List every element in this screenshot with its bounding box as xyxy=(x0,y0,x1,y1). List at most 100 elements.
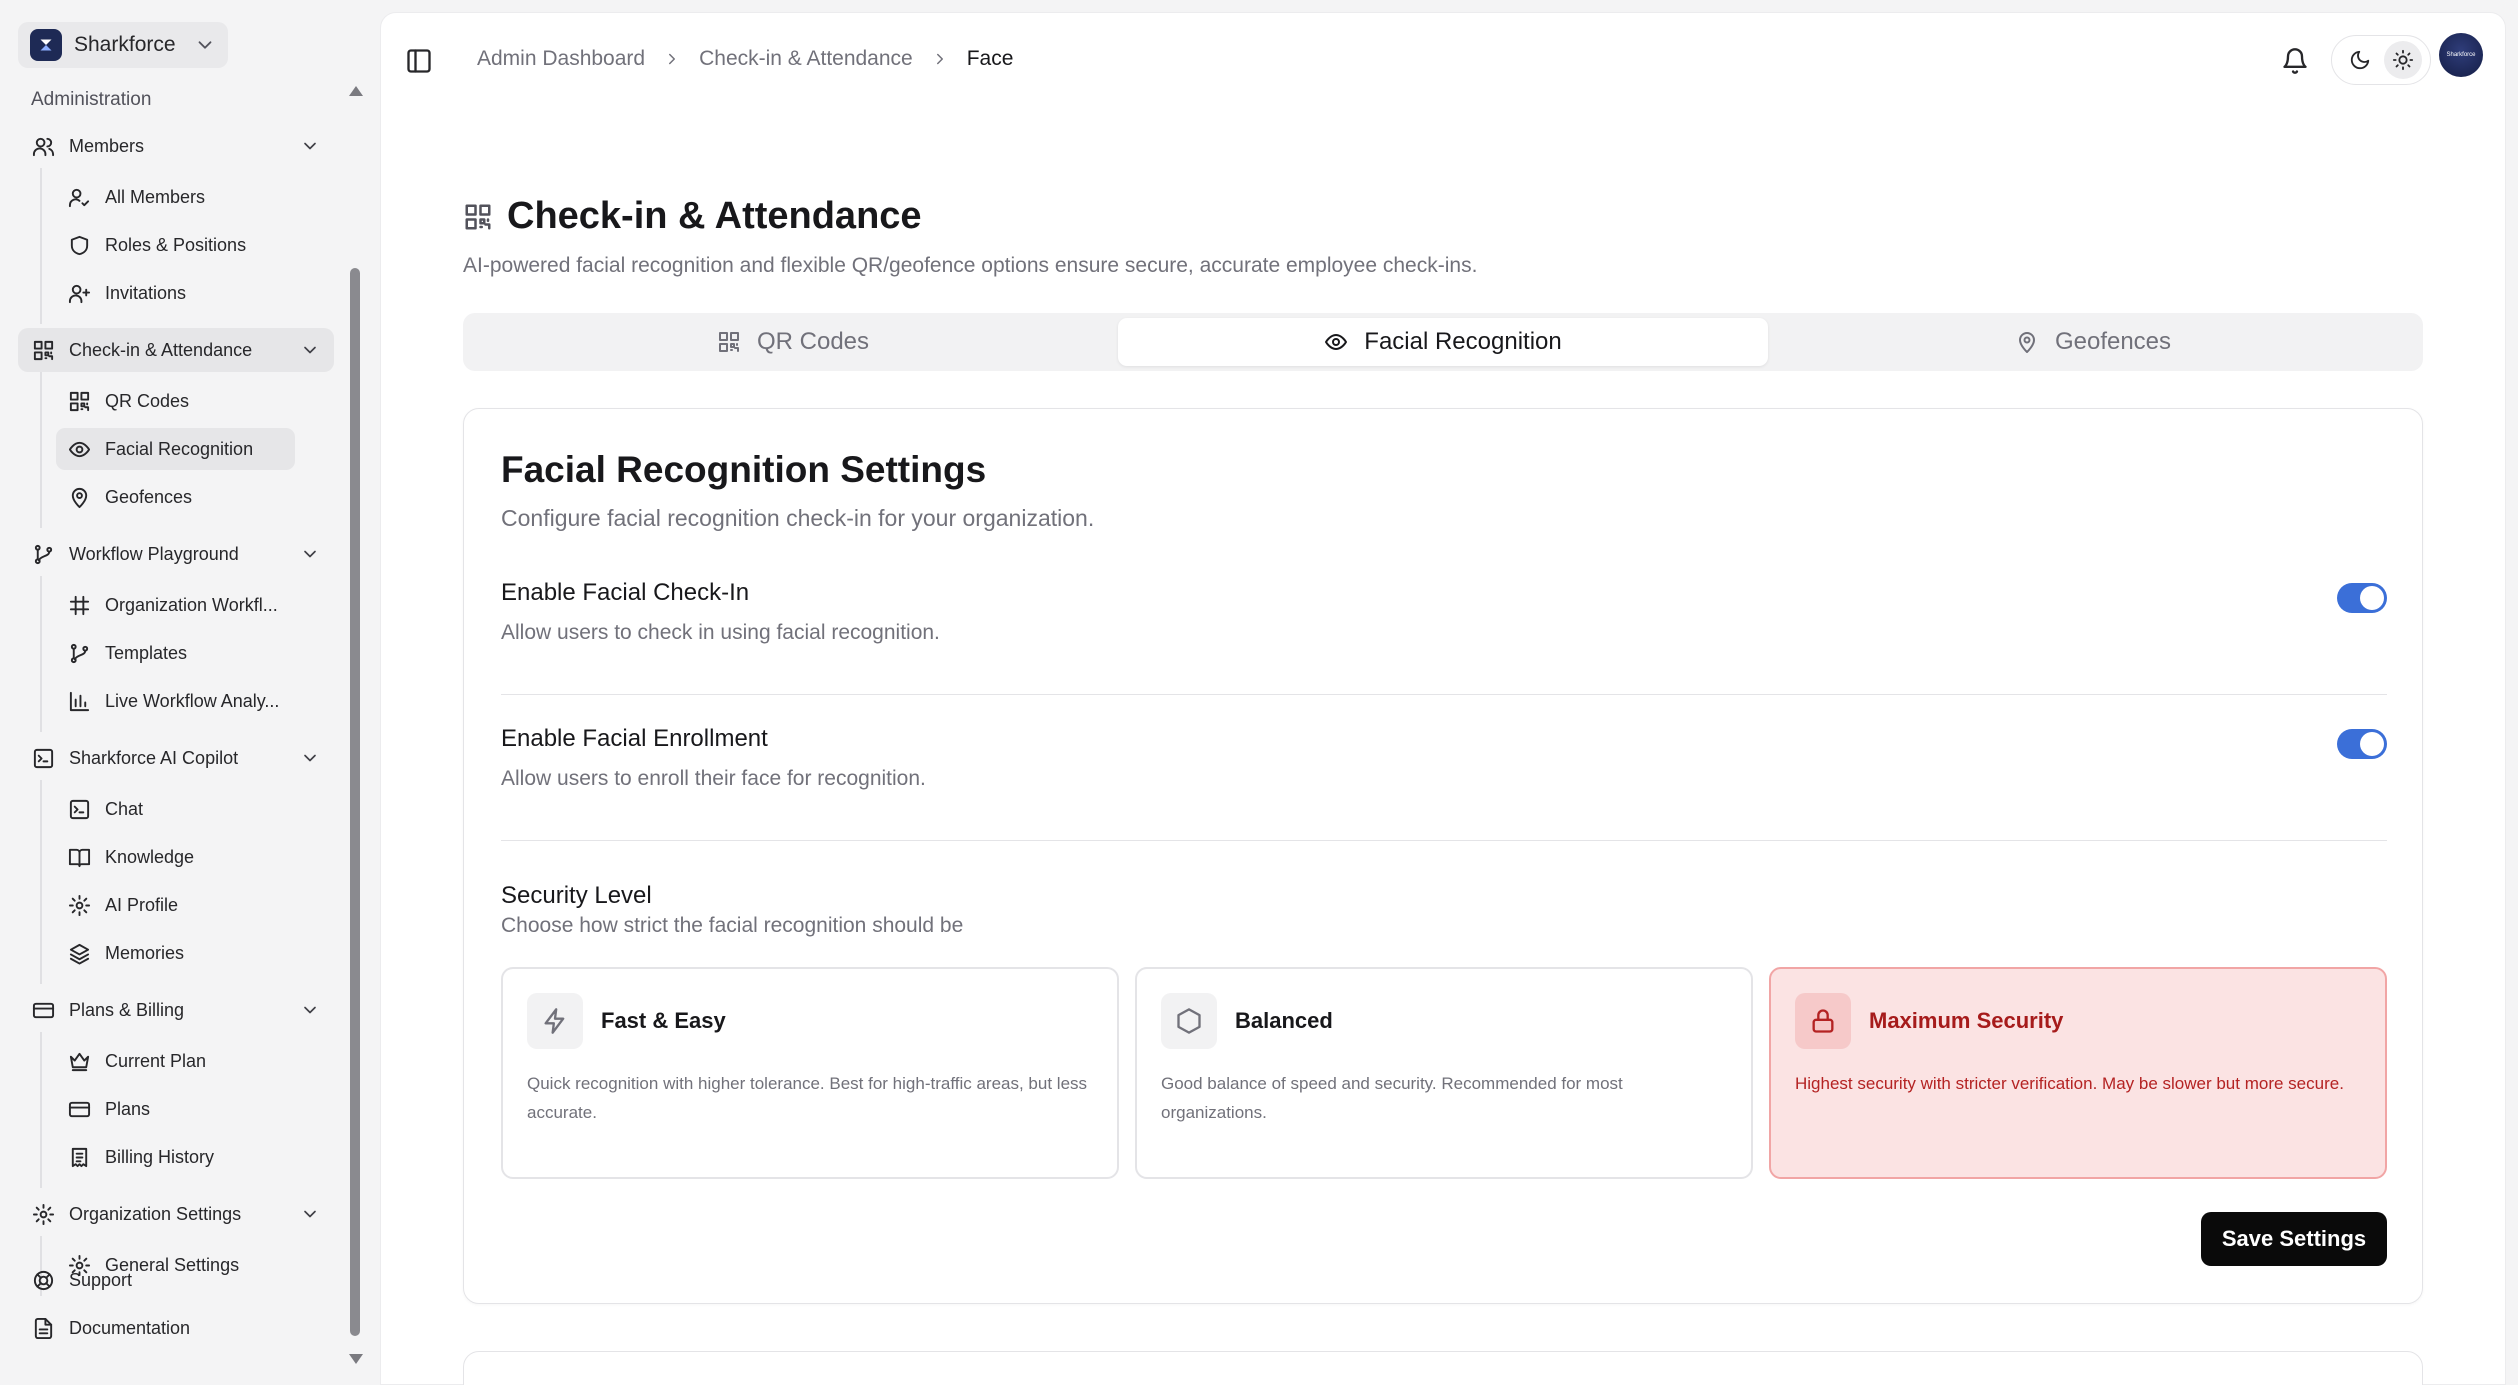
setting-desc: Allow users to enroll their face for rec… xyxy=(501,767,926,790)
sidebar-item-plans-billing[interactable]: Plans & Billing xyxy=(18,988,334,1032)
bell-icon[interactable] xyxy=(2281,47,2309,75)
sidebar-item-label: Organization Settings xyxy=(69,1203,242,1224)
option-icon-box xyxy=(1161,993,1217,1049)
terminal-square-icon xyxy=(69,799,90,819)
sidebar-item-invitations[interactable]: Invitations xyxy=(56,272,295,314)
sidebar-item-check-in-attendance[interactable]: Check-in & Attendance xyxy=(18,328,334,372)
sidebar-scrollbar[interactable] xyxy=(346,86,364,1364)
avatar[interactable]: Sharkforce xyxy=(2439,33,2483,77)
sidebar-item-plans[interactable]: Plans xyxy=(56,1088,295,1130)
security-option-maximum[interactable]: Maximum Security Highest security with s… xyxy=(1769,967,2387,1179)
sidebar-item-knowledge[interactable]: Knowledge xyxy=(56,836,295,878)
dark-mode-button[interactable] xyxy=(2341,41,2379,79)
enable-facial-checkin-row: Enable Facial Check-In Allow users to ch… xyxy=(501,579,2387,645)
option-desc: Highest security with stricter verificat… xyxy=(1795,1074,2344,1093)
chevron-down-icon xyxy=(304,754,316,762)
sidebar-toggle-icon[interactable] xyxy=(405,47,433,75)
nav-group-members: Members All Members Roles & Positions In… xyxy=(18,124,334,324)
lock-icon xyxy=(1812,1009,1834,1033)
sidebar-item-label: Chat xyxy=(105,798,144,819)
page-title-text: Check-in & Attendance xyxy=(507,195,922,237)
option-icon-box xyxy=(527,993,583,1049)
enable-facial-checkin-toggle[interactable] xyxy=(2337,583,2387,613)
sidebar-item-templates[interactable]: Templates xyxy=(56,632,295,674)
enable-facial-enrollment-toggle[interactable] xyxy=(2337,729,2387,759)
security-option-balanced[interactable]: Balanced Good balance of speed and secur… xyxy=(1135,967,1753,1179)
topbar: Admin Dashboard Check-in & Attendance Fa… xyxy=(381,13,2505,109)
tab-label: Facial Recognition xyxy=(1364,328,1562,355)
life-buoy-icon xyxy=(33,1270,54,1290)
light-mode-button[interactable] xyxy=(2383,41,2422,79)
sidebar-item-organization-settings[interactable]: Organization Settings xyxy=(18,1192,334,1236)
breadcrumb-admin-dashboard[interactable]: Admin Dashboard xyxy=(477,47,645,71)
card-title: Facial Recognition Settings xyxy=(501,449,987,490)
layers-icon xyxy=(69,943,90,965)
sidebar-item-all-members[interactable]: All Members xyxy=(56,176,295,218)
chevron-right-icon xyxy=(936,53,943,65)
sidebar-item-label: Templates xyxy=(105,642,188,663)
qr-code-icon xyxy=(33,340,54,360)
save-settings-button[interactable]: Save Settings xyxy=(2201,1212,2387,1266)
scroll-up-arrow-icon[interactable] xyxy=(349,86,363,96)
sidebar-item-label: Knowledge xyxy=(105,846,195,867)
user-check-icon xyxy=(68,188,90,207)
option-title: Balanced xyxy=(1235,1008,1333,1033)
credit-card-icon xyxy=(68,1101,91,1117)
sidebar-section-label: Administration xyxy=(31,89,152,110)
chevron-down-icon xyxy=(304,1210,316,1218)
enable-facial-enrollment-row: Enable Facial Enrollment Allow users to … xyxy=(501,725,2387,791)
sidebar-item-organization-workflows[interactable]: Organization Workfl... xyxy=(56,584,295,626)
sidebar-item-ai-copilot[interactable]: Sharkforce AI Copilot xyxy=(18,736,334,780)
card-subtitle: Configure facial recognition check-in fo… xyxy=(501,505,1095,531)
sidebar-item-live-workflow-analytics[interactable]: Live Workflow Analy... xyxy=(56,680,295,722)
tab-qr-codes[interactable]: QR Codes xyxy=(468,318,1118,366)
file-text-icon xyxy=(34,1317,53,1339)
security-level-desc: Choose how strict the facial recognition… xyxy=(501,914,964,937)
shield-icon xyxy=(70,235,89,255)
tab-facial-recognition[interactable]: Facial Recognition xyxy=(1118,318,1768,366)
qr-code-icon xyxy=(69,391,90,411)
sidebar-item-workflow-playground[interactable]: Workflow Playground xyxy=(18,532,334,576)
security-option-fast-easy[interactable]: Fast & Easy Quick recognition with highe… xyxy=(501,967,1119,1179)
sidebar-item-current-plan[interactable]: Current Plan xyxy=(56,1040,295,1082)
breadcrumb: Admin Dashboard Check-in & Attendance Fa… xyxy=(477,47,1013,71)
sidebar-item-chat[interactable]: Chat xyxy=(56,788,295,830)
tab-geofences[interactable]: Geofences xyxy=(1768,318,2418,366)
sidebar-item-support[interactable]: Support xyxy=(18,1258,334,1302)
sidebar-item-facial-recognition[interactable]: Facial Recognition xyxy=(56,428,295,470)
scroll-down-arrow-icon[interactable] xyxy=(349,1354,363,1364)
scrollbar-thumb[interactable] xyxy=(350,268,360,1336)
chevron-down-icon xyxy=(304,1006,316,1014)
option-title: Fast & Easy xyxy=(601,1008,726,1033)
chevron-right-icon xyxy=(669,53,676,65)
sidebar-item-billing-history[interactable]: Billing History xyxy=(56,1136,295,1178)
org-switcher[interactable]: Sharkforce xyxy=(18,22,228,68)
main-panel: Admin Dashboard Check-in & Attendance Fa… xyxy=(380,12,2506,1385)
sidebar-item-qr-codes[interactable]: QR Codes xyxy=(56,380,295,422)
setting-title: Enable Facial Check-In xyxy=(501,579,750,606)
user-plus-icon xyxy=(68,284,91,303)
sidebar-item-label: Organization Workfl... xyxy=(105,594,278,615)
git-branch-icon xyxy=(70,643,89,663)
option-head: Maximum Security xyxy=(1795,993,2361,1049)
sidebar-item-roles-positions[interactable]: Roles & Positions xyxy=(56,224,295,266)
sidebar-item-geofences[interactable]: Geofences xyxy=(56,476,295,518)
option-head: Balanced xyxy=(1161,993,1727,1049)
breadcrumb-check-in-attendance[interactable]: Check-in & Attendance xyxy=(699,47,913,71)
sidebar-item-documentation[interactable]: Documentation xyxy=(18,1306,334,1350)
sidebar-item-label: Memories xyxy=(105,942,185,963)
sidebar-item-label: Sharkforce AI Copilot xyxy=(69,747,239,768)
eye-icon xyxy=(68,441,91,457)
tab-label: QR Codes xyxy=(756,328,870,355)
sidebar-item-ai-profile[interactable]: AI Profile xyxy=(56,884,295,926)
sidebar-item-label: QR Codes xyxy=(105,390,190,411)
security-level-title: Security Level xyxy=(501,882,652,909)
sidebar-item-label: Check-in & Attendance xyxy=(69,339,253,360)
sidebar-item-members[interactable]: Members xyxy=(18,124,334,168)
nav-sub-check-in: QR Codes Facial Recognition Geofences xyxy=(40,372,334,528)
next-card xyxy=(463,1351,2423,1385)
sidebar-item-label: Support xyxy=(69,1269,133,1290)
sidebar-nav: Members All Members Roles & Positions In… xyxy=(18,124,334,1300)
sidebar-item-memories[interactable]: Memories xyxy=(56,932,295,974)
map-pin-icon xyxy=(2018,332,2035,353)
